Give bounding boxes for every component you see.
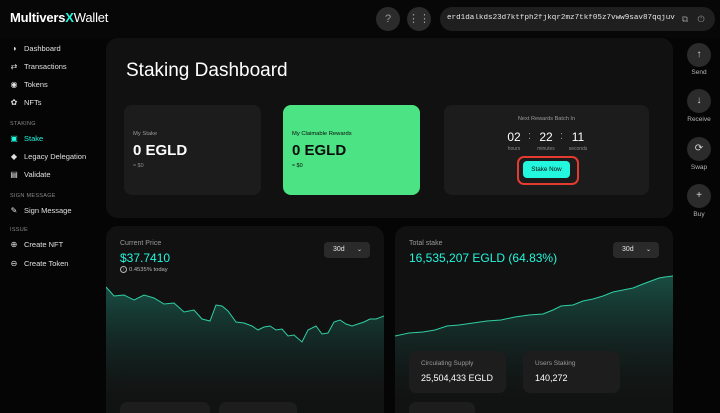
staking-dashboard-panel: Staking Dashboard My Stake 0 EGLD ≈ $0 M…: [106, 38, 673, 218]
stake-now-button[interactable]: Stake Now: [523, 161, 570, 178]
stake-stat-box-3: [409, 402, 475, 413]
price-area: [106, 287, 384, 413]
my-stake-value: 0 EGLD: [133, 142, 188, 159]
nfts-icon: ✿: [10, 98, 18, 107]
create-nft-icon: ⊕: [10, 240, 18, 249]
lock-icon: ▣: [10, 134, 18, 143]
sidebar-item-legacy-delegation[interactable]: ◆ Legacy Delegation: [9, 150, 101, 164]
sidebar-item-transactions[interactable]: ⇄ Transactions: [9, 60, 101, 74]
swap-button[interactable]: ⟳: [687, 137, 711, 161]
sidebar-item-sign-message[interactable]: ✎ Sign Message: [9, 204, 101, 218]
arrow-down-icon: ↓: [696, 95, 702, 106]
users-staking-value: 140,272: [535, 373, 568, 383]
arrow-up-icon: ↑: [696, 49, 702, 60]
claimable-rewards-card: My Claimable Rewards 0 EGLD ≈ $0: [283, 105, 420, 195]
sidebar-item-create-token[interactable]: ⊖ Create Token: [9, 257, 101, 271]
users-staking-box: Users Staking 140,272: [523, 351, 620, 393]
send-button[interactable]: ↑: [687, 43, 711, 67]
apps-grid-icon: ⋮⋮: [408, 13, 430, 25]
tokens-icon: ◉: [10, 80, 18, 89]
help-icon: ?: [384, 13, 392, 25]
price-chart: [106, 286, 384, 413]
apps-button[interactable]: ⋮⋮: [407, 7, 431, 31]
transactions-icon: ⇄: [10, 62, 18, 71]
sidebar-item-dashboard[interactable]: ◑ Dashboard: [9, 42, 101, 56]
total-stake-panel: Total stake 16,535,207 EGLD (64.83%) 30d…: [395, 226, 673, 413]
delegation-icon: ◆: [10, 152, 18, 161]
sidebar-item-create-nft[interactable]: ⊕ Create NFT: [9, 238, 101, 252]
sidebar-item-validate[interactable]: ▤ Validate: [9, 168, 101, 182]
rewards-countdown-card: Next Rewards Batch In 02 : 22 : 11 hours…: [444, 105, 649, 195]
circulating-supply-value: 25,504,433 EGLD: [421, 373, 494, 383]
my-stake-card: My Stake 0 EGLD ≈ $0: [124, 105, 261, 195]
sidebar-item-tokens[interactable]: ◉ Tokens: [9, 78, 101, 92]
price-stat-box-2: [219, 402, 297, 413]
claimable-rewards-value: 0 EGLD: [292, 142, 347, 159]
sidebar-item-stake[interactable]: ▣ Stake: [9, 132, 101, 146]
sidebar-item-nfts[interactable]: ✿ NFTs: [9, 96, 101, 110]
sign-icon: ✎: [10, 206, 18, 215]
section-issue: ISSUE: [10, 227, 29, 233]
plus-icon: +: [696, 190, 702, 201]
countdown-minutes: 22: [539, 130, 553, 144]
countdown-hours: 02: [507, 130, 521, 144]
circulating-supply-box: Circulating Supply 25,504,433 EGLD: [409, 351, 506, 393]
receive-button[interactable]: ↓: [687, 89, 711, 113]
copy-icon[interactable]: ⧉: [679, 13, 691, 25]
sidebar: ◑ Dashboard ⇄ Transactions ◉ Tokens ✿ NFTs S…: [0, 38, 104, 413]
wallet-address: erd1dalkds23d7ktfph2fjkqr2mz7tkf05z7vww9…: [447, 14, 675, 22]
section-staking: STAKING: [10, 121, 36, 127]
validate-icon: ▤: [10, 170, 18, 179]
dashboard-icon: ◑: [11, 44, 17, 53]
help-button[interactable]: ?: [376, 7, 400, 31]
swap-icon: ⟳: [694, 143, 704, 154]
countdown-seconds: 11: [571, 130, 585, 144]
create-token-icon: ⊖: [10, 259, 18, 268]
page-title: Staking Dashboard: [126, 60, 288, 81]
price-stat-box-1: [120, 402, 210, 413]
buy-button[interactable]: +: [687, 184, 711, 208]
section-sign-message: SIGN MESSAGE: [10, 193, 56, 199]
price-panel: Current Price $37.7410 ↑ 0.4535% today 30…: [106, 226, 384, 413]
top-bar: MultiversXWallet ? ⋮⋮ erd1dalkds23d7ktfp…: [0, 0, 720, 38]
brand-logo[interactable]: MultiversXWallet: [10, 10, 108, 25]
wallet-address-pill[interactable]: erd1dalkds23d7ktfph2fjkqr2mz7tkf05z7vww9…: [440, 7, 715, 31]
power-icon[interactable]: ⏻: [695, 13, 707, 25]
